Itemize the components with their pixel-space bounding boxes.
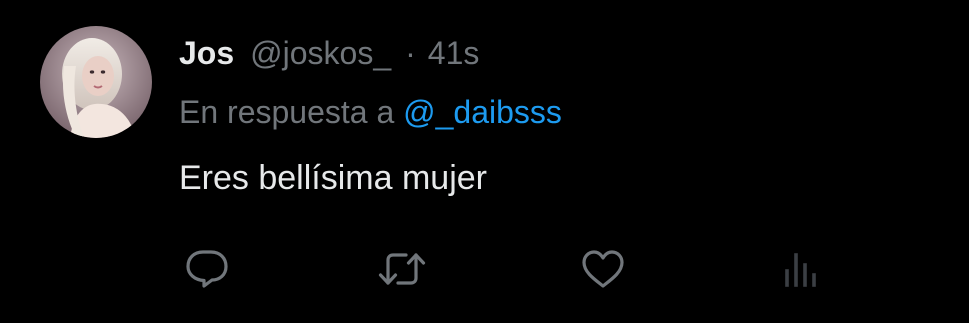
tweet-text: Eres bellísima mujer [179,159,487,197]
tweet-header: Jos @joskos_ · 41s [179,30,479,76]
user-handle[interactable]: @joskos_ [250,35,391,72]
timestamp[interactable]: 41s [428,35,480,72]
separator-dot: · [405,34,416,71]
reply-context: En respuesta a @_daibsss [179,94,562,131]
reply-prefix: En respuesta a [179,94,395,130]
heart-icon [580,248,626,290]
reply-mention-link[interactable]: @_daibsss [403,94,562,130]
avatar[interactable] [40,26,152,138]
tweet[interactable]: Jos @joskos_ · 41s En respuesta a @_daib… [0,0,969,323]
analytics-icon [779,247,823,291]
reply-button[interactable] [182,246,232,292]
reply-icon [184,247,230,291]
retweet-icon [377,247,427,291]
retweet-button[interactable] [377,246,427,292]
views-button[interactable] [776,246,826,292]
display-name[interactable]: Jos [179,35,234,72]
like-button[interactable] [578,246,628,292]
